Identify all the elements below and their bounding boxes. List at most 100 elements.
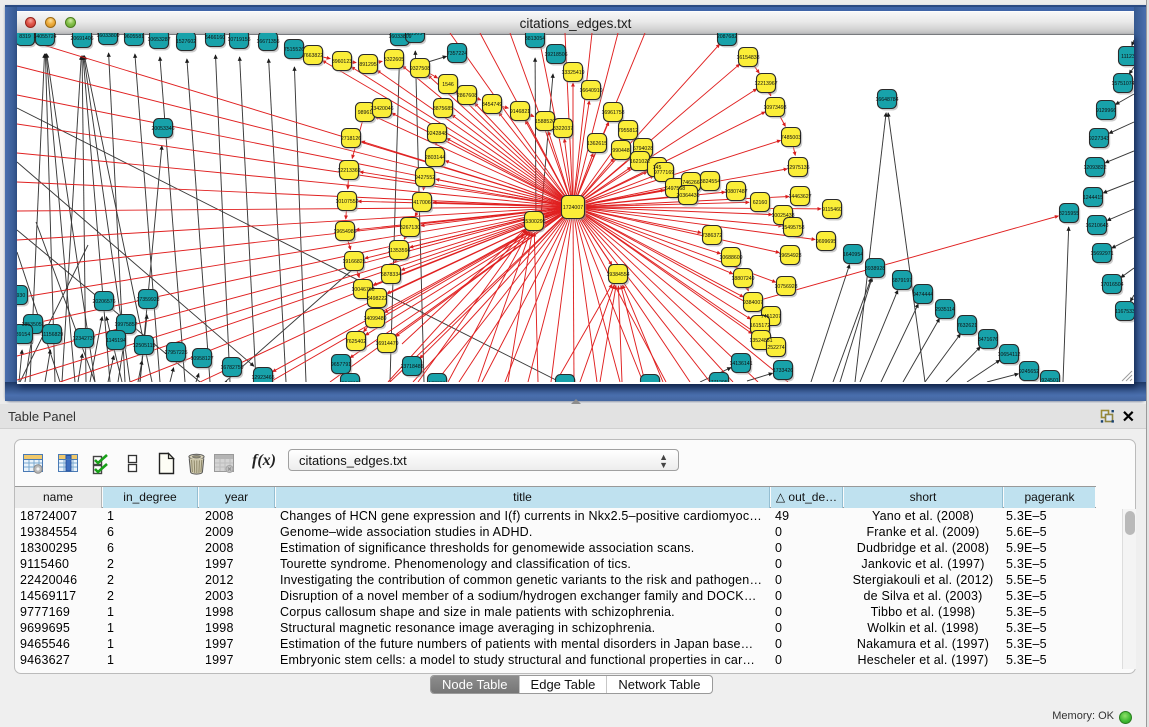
svg-text:16782759: 16782759 [220,365,243,371]
svg-text:14055724: 14055724 [33,34,56,40]
svg-text:1167533: 1167533 [1115,309,1134,315]
svg-text:6497568: 6497568 [665,186,685,192]
svg-text:417006: 417006 [413,200,430,206]
svg-text:9777169: 9777169 [654,170,674,176]
svg-text:924501: 924501 [1041,378,1058,382]
svg-text:11353594: 11353594 [388,248,411,254]
svg-text:7663822: 7663822 [303,53,323,59]
svg-text:10756928: 10756928 [774,284,797,290]
svg-text:1362615: 1362615 [587,141,607,147]
svg-text:1244415: 1244415 [1083,195,1103,201]
svg-text:16961758: 16961758 [601,110,624,116]
svg-text:9384007: 9384007 [743,300,763,306]
svg-text:62160: 62160 [753,200,768,206]
svg-text:8813054: 8813054 [405,33,425,37]
svg-text:3824554: 3824554 [700,179,720,185]
svg-text:19218506: 19218506 [544,52,567,58]
svg-text:12213967: 12213967 [754,81,777,87]
svg-text:123001: 123001 [428,381,445,382]
svg-text:9245652: 9245652 [1019,369,1039,375]
svg-text:12505115: 12505115 [133,343,156,349]
svg-text:12923465: 12923465 [251,375,274,381]
svg-text:6794028: 6794028 [633,146,653,152]
svg-text:1527602: 1527602 [176,39,196,45]
svg-text:18807249: 18807249 [731,276,754,282]
svg-text:12342737: 12342737 [72,336,95,342]
svg-text:13718485: 13718485 [400,364,423,370]
svg-text:16914479: 16914479 [375,341,398,347]
svg-text:252274: 252274 [767,345,784,351]
svg-text:5322605: 5322605 [384,57,404,63]
svg-text:9146821: 9146821 [510,109,530,115]
svg-text:15751074: 15751074 [1111,81,1134,87]
svg-text:1615172: 1615172 [750,323,770,329]
svg-text:746266: 746266 [682,180,699,186]
svg-text:7515526: 7515526 [284,47,304,53]
svg-text:1588520: 1588520 [535,119,555,125]
svg-text:9129966: 9129966 [1096,108,1116,114]
svg-text:15495758: 15495758 [781,225,804,231]
svg-text:9605581: 9605581 [124,34,144,40]
svg-text:8960123: 8960123 [332,59,352,65]
svg-text:9657791: 9657791 [331,362,351,368]
svg-text:5878334: 5878334 [381,272,401,278]
svg-text:17016504: 17016504 [1100,282,1123,288]
svg-text:9474444: 9474444 [913,292,933,298]
svg-text:10654112: 10654112 [998,352,1021,358]
svg-text:19654923: 19654923 [778,253,801,259]
svg-text:7451207: 7451207 [761,314,781,320]
svg-text:19975857: 19975857 [114,322,137,328]
svg-text:7485003: 7485003 [781,135,801,141]
svg-text:16154838: 16154838 [736,55,759,61]
svg-text:81930: 81930 [17,293,25,299]
svg-text:2718126: 2718126 [341,136,361,142]
svg-text:14099489: 14099489 [363,316,386,322]
svg-text:9327508: 9327508 [410,66,430,72]
svg-text:19166825: 19166825 [342,259,365,265]
svg-text:16648784: 16648784 [875,97,898,103]
svg-text:7386372: 7386372 [702,233,722,239]
svg-text:8813054: 8813054 [525,36,545,42]
svg-text:1733426: 1733426 [773,368,793,374]
svg-text:39154: 39154 [17,332,30,338]
svg-text:990448: 990448 [612,148,629,154]
svg-text:2867608: 2867608 [457,93,477,99]
svg-text:10958127: 10958127 [190,356,213,362]
svg-text:10653287: 10653287 [147,37,170,43]
svg-text:17359928: 17359928 [136,297,159,303]
svg-text:8319: 8319 [19,34,31,40]
svg-text:2935114: 2935114 [935,307,955,313]
svg-text:19384554: 19384554 [606,272,629,278]
svg-text:23420046: 23420046 [370,106,393,112]
svg-text:17957225: 17957225 [164,350,187,356]
svg-text:11123: 11123 [1121,54,1134,60]
svg-text:6879197: 6879197 [892,278,912,284]
svg-text:9242848: 9242848 [427,131,447,137]
svg-text:16033809: 16033809 [96,33,119,39]
svg-text:1546: 1546 [442,82,454,88]
svg-text:7632621: 7632621 [957,323,977,329]
svg-text:2087682: 2087682 [717,34,737,40]
svg-text:771205: 771205 [710,380,727,382]
svg-text:10973493: 10973493 [763,105,786,111]
svg-text:13325419: 13325419 [561,70,584,76]
svg-text:1621022: 1621022 [630,159,650,165]
svg-text:2803144: 2803144 [425,155,445,161]
svg-text:10046766: 10046766 [351,287,374,293]
svg-text:10107552: 10107552 [335,199,358,205]
svg-text:16671355: 16671355 [256,39,279,45]
svg-text:12975135: 12975135 [786,165,809,171]
svg-text:7357224: 7357224 [447,51,467,57]
svg-text:20053346: 20053346 [151,126,174,132]
svg-text:8471676: 8471676 [978,337,998,343]
svg-text:10688609: 10688609 [719,255,742,261]
svg-text:8938928: 8938928 [865,266,885,272]
svg-text:891295: 891295 [359,62,376,68]
svg-text:12093822: 12093822 [1083,165,1106,171]
svg-text:8215955: 8215955 [1059,211,1079,217]
svg-text:7625402: 7625402 [346,339,366,345]
svg-text:18535051: 18535051 [21,322,44,328]
svg-text:11156829: 11156829 [41,332,63,338]
svg-text:8454749: 8454749 [482,102,502,108]
svg-text:3498222: 3498222 [367,296,387,302]
